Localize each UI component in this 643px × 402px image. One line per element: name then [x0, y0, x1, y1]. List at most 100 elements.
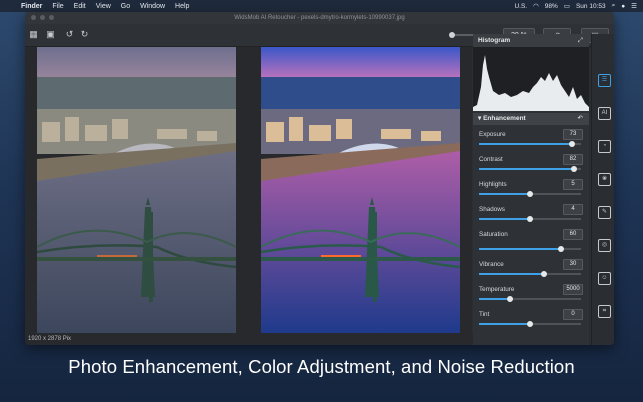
tint-fill: [479, 323, 530, 325]
zoom-window-button[interactable]: [49, 15, 54, 20]
menu-help[interactable]: Help: [170, 3, 194, 10]
temperature-fill: [479, 298, 510, 300]
enhanced-photo: [261, 47, 460, 333]
notification-center-icon[interactable]: ☰: [631, 2, 637, 10]
slider-vibrance: Vibrance 30: [473, 255, 589, 280]
shadows-knob[interactable]: [527, 216, 533, 222]
slider-shadows: Shadows 4: [473, 200, 589, 225]
shadows-label: Shadows: [479, 206, 505, 213]
slider-contrast: Contrast 82: [473, 150, 589, 175]
crop-tool-icon[interactable]: ⌗: [598, 305, 611, 318]
menu-bar: Finder File Edit View Go Window Help U.S…: [0, 0, 643, 12]
title-bar: WidsMob AI Retoucher - pexels-dmytro-kor…: [25, 12, 614, 24]
temperature-track[interactable]: [479, 296, 581, 302]
tint-value[interactable]: 0: [563, 309, 583, 320]
histogram: [473, 47, 589, 111]
enhancement-tool-icon[interactable]: ☰: [598, 74, 611, 87]
reset-icon[interactable]: ↶: [578, 113, 583, 125]
highlights-knob[interactable]: [527, 191, 533, 197]
ai-tool-icon[interactable]: AI: [598, 107, 611, 120]
highlights-fill: [479, 193, 530, 195]
exposure-value[interactable]: 73: [563, 129, 583, 140]
contrast-fill: [479, 168, 574, 170]
menu-go[interactable]: Go: [116, 3, 135, 10]
menu-window[interactable]: Window: [135, 3, 170, 10]
exposure-label: Exposure: [479, 131, 506, 138]
saturation-value[interactable]: 60: [563, 229, 583, 240]
histogram-header: Histogram ⤢: [473, 34, 589, 47]
slider-list: Exposure 73 Contrast 82 Highlights 5 Shadows 4 S…: [473, 125, 589, 330]
window-title: WidsMob AI Retoucher - pexels-dmytro-kor…: [234, 15, 405, 21]
spotlight-search-icon[interactable]: ⌕: [612, 2, 616, 10]
shadows-value[interactable]: 4: [563, 204, 583, 215]
app-window: WidsMob AI Retoucher - pexels-dmytro-kor…: [25, 12, 614, 345]
clock[interactable]: Sun 10:53: [576, 3, 606, 10]
lens-tool-icon[interactable]: ◎: [598, 239, 611, 252]
exposure-fill: [479, 143, 572, 145]
tint-knob[interactable]: [527, 321, 533, 327]
contrast-label: Contrast: [479, 156, 503, 163]
vibrance-fill: [479, 273, 545, 275]
saturation-fill: [479, 248, 561, 250]
highlights-track[interactable]: [479, 191, 581, 197]
highlights-label: Highlights: [479, 181, 507, 188]
image-dimensions: 1920 x 2878 Pix: [25, 333, 475, 345]
tint-label: Tint: [479, 311, 490, 318]
expand-icon[interactable]: ⤢: [578, 34, 583, 47]
minimize-window-button[interactable]: [40, 15, 45, 20]
temperature-knob[interactable]: [506, 296, 513, 302]
collapse-arrow-icon[interactable]: ▾: [478, 115, 481, 122]
promo-caption: Photo Enhancement, Color Adjustment, and…: [68, 356, 575, 377]
menu-edit[interactable]: Edit: [69, 3, 91, 10]
color-tool-icon[interactable]: ◔: [598, 140, 611, 153]
undo-icon[interactable]: ↺: [64, 29, 75, 40]
vibrance-value[interactable]: 30: [563, 259, 583, 270]
highlights-value[interactable]: 5: [563, 179, 583, 190]
beauty-tool-icon[interactable]: ❀: [598, 173, 611, 186]
exposure-knob[interactable]: [568, 141, 575, 147]
shadows-track[interactable]: [479, 216, 581, 222]
zoom-slider-knob[interactable]: [449, 32, 455, 38]
shadows-fill: [479, 218, 530, 220]
slider-temperature: Temperature 5000: [473, 280, 589, 305]
grid-view-icon[interactable]: ▦: [28, 29, 39, 40]
face-tool-icon[interactable]: ☺: [598, 272, 611, 285]
tool-iconbar: ☰ AI ◔ ❀ ✎ ◎ ☺ ⌗: [591, 34, 614, 345]
histogram-graph: [473, 55, 589, 111]
menu-file[interactable]: File: [47, 3, 68, 10]
save-icon[interactable]: ▣: [45, 29, 56, 40]
redo-icon[interactable]: ↻: [79, 29, 90, 40]
siri-icon[interactable]: ●: [621, 3, 625, 10]
enhancement-title: Enhancement: [483, 115, 526, 122]
vibrance-knob[interactable]: [541, 271, 548, 277]
menubar-status: U.S. ◠ 98% ▭ Sun 10:53 ⌕ ● ☰: [514, 0, 637, 12]
slider-exposure: Exposure 73: [473, 125, 589, 150]
tint-track[interactable]: [479, 321, 581, 327]
contrast-value[interactable]: 82: [563, 154, 583, 165]
battery-icon[interactable]: ▭: [564, 2, 570, 10]
saturation-label: Saturation: [479, 231, 508, 238]
temperature-value[interactable]: 5000: [563, 284, 583, 295]
adjustment-panel: Histogram ⤢ ▾ Enhancement ↶ Exposure 73 Co…: [473, 34, 589, 345]
battery-percent[interactable]: 98%: [545, 3, 558, 10]
brush-tool-icon[interactable]: ✎: [598, 206, 611, 219]
input-source-label[interactable]: U.S.: [514, 3, 527, 10]
photo-canvas: [25, 47, 472, 333]
saturation-track[interactable]: [479, 246, 581, 252]
close-window-button[interactable]: [31, 15, 36, 20]
wifi-icon[interactable]: ◠: [533, 2, 539, 10]
window-controls: [31, 15, 54, 20]
slider-saturation: Saturation 60: [473, 225, 589, 255]
menu-app-name[interactable]: Finder: [16, 3, 47, 10]
vibrance-track[interactable]: [479, 271, 581, 277]
original-photo: [37, 47, 236, 333]
slider-tint: Tint 0: [473, 305, 589, 330]
temperature-label: Temperature: [479, 286, 515, 293]
exposure-track[interactable]: [479, 141, 581, 147]
histogram-title: Histogram: [478, 37, 511, 44]
menu-view[interactable]: View: [91, 3, 116, 10]
saturation-knob[interactable]: [557, 246, 564, 252]
contrast-knob[interactable]: [570, 166, 577, 172]
enhancement-header[interactable]: ▾ Enhancement ↶: [473, 113, 589, 125]
contrast-track[interactable]: [479, 166, 581, 172]
